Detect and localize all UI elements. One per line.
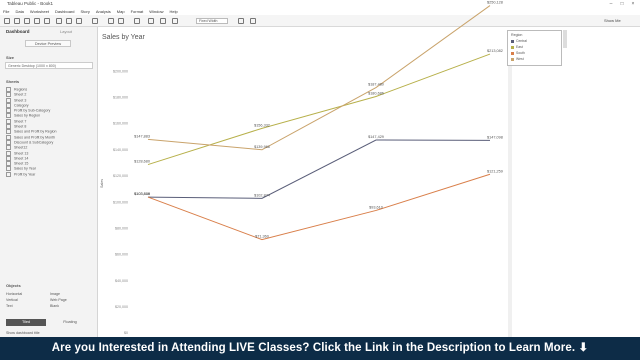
menu-window[interactable]: Window <box>149 8 163 15</box>
maximize-icon[interactable]: □ <box>617 0 627 8</box>
menu-format[interactable]: Format <box>131 8 144 15</box>
vertical-scrollbar[interactable] <box>508 40 512 337</box>
size-label: Size <box>6 55 15 60</box>
tiled-button[interactable]: Tiled <box>6 319 46 326</box>
menu-file[interactable]: File <box>3 8 9 15</box>
dashboard-canvas <box>98 27 640 337</box>
tableau-logo-icon[interactable] <box>4 18 10 24</box>
object-blank[interactable]: Blank <box>50 303 94 309</box>
legend-item-west[interactable]: West <box>511 57 524 61</box>
legend-item-east[interactable]: East <box>511 45 523 49</box>
clear-icon[interactable] <box>76 18 82 24</box>
object-text[interactable]: Text <box>6 303 50 309</box>
device-preview-button[interactable]: Device Preview <box>25 40 71 47</box>
present-icon[interactable] <box>250 18 256 24</box>
sheet-item[interactable]: Profit by Year <box>6 172 94 177</box>
objects-grid: Horizontal Image Vertical Web Page Text Bla… <box>6 291 94 309</box>
menu-dashboard[interactable]: Dashboard <box>55 8 75 15</box>
legend-label: West <box>516 57 524 61</box>
legend-label: East <box>516 45 523 49</box>
save-icon[interactable] <box>34 18 40 24</box>
floating-button[interactable]: Floating <box>50 319 90 326</box>
sheets-label: Sheets <box>6 79 20 84</box>
show-me-button[interactable]: Show Me <box>604 17 621 25</box>
dashboard-sidebar: Dashboard Layout Device Preview Size Gen… <box>0 27 98 337</box>
toolbar: Fixed Width Show Me <box>0 15 640 27</box>
menu-help[interactable]: Help <box>169 8 177 15</box>
view-size-select[interactable]: Fixed Width <box>196 18 228 24</box>
sheets-list: Regions Sheet 2 Sheet 3 Category Profit … <box>6 87 94 177</box>
menu-map[interactable]: Map <box>117 8 125 15</box>
menu-analysis[interactable]: Analysis <box>96 8 111 15</box>
promo-banner[interactable]: Are you Interested in Attending LIVE Cla… <box>0 337 640 360</box>
arrow-down-icon: ⬇ <box>578 342 589 354</box>
y-axis-label: Sales <box>100 179 104 188</box>
tab-layout[interactable]: Layout <box>60 29 72 34</box>
legend-label: South <box>516 51 525 55</box>
legend-swatch <box>511 39 514 43</box>
size-select[interactable]: Generic Desktop (1000 x 800) <box>5 62 93 69</box>
fix-axes-icon[interactable] <box>172 18 178 24</box>
new-sheet-icon[interactable] <box>56 18 62 24</box>
legend-item-central[interactable]: Central <box>511 39 527 43</box>
legend-swatch <box>511 45 514 49</box>
menu-bar: File Data Worksheet Dashboard Story Anal… <box>0 8 640 15</box>
swap-icon[interactable] <box>92 18 98 24</box>
legend-title: Region <box>511 33 523 37</box>
undo-icon[interactable] <box>14 18 20 24</box>
menu-story[interactable]: Story <box>81 8 90 15</box>
legend-label: Central <box>516 39 527 43</box>
banner-text: Are you Interested in Attending LIVE Cla… <box>51 342 576 354</box>
minimize-icon[interactable]: – <box>606 0 616 8</box>
labels-icon[interactable] <box>160 18 166 24</box>
menu-worksheet[interactable]: Worksheet <box>30 8 49 15</box>
legend-swatch <box>511 51 514 55</box>
legend-swatch <box>511 57 514 61</box>
legend-item-south[interactable]: South <box>511 51 525 55</box>
highlight-icon[interactable] <box>134 18 140 24</box>
tab-dashboard[interactable]: Dashboard <box>6 29 30 34</box>
show-title-checkbox[interactable]: Show dashboard title <box>6 331 40 335</box>
window-title: Tableau Public - Book1 <box>0 0 640 8</box>
new-datasource-icon[interactable] <box>44 18 50 24</box>
chart-title: Sales by Year <box>102 34 145 41</box>
redo-icon[interactable] <box>24 18 30 24</box>
menu-data[interactable]: Data <box>15 8 23 15</box>
sort-ascending-icon[interactable] <box>108 18 114 24</box>
tooltip-icon[interactable] <box>238 18 244 24</box>
legend-scrollbar[interactable] <box>563 30 567 48</box>
duplicate-icon[interactable] <box>66 18 72 24</box>
close-icon[interactable]: × <box>628 0 638 8</box>
region-legend: Region Central East South West <box>507 30 562 66</box>
group-icon[interactable] <box>148 18 154 24</box>
objects-label: Objects <box>6 283 21 288</box>
sort-descending-icon[interactable] <box>118 18 124 24</box>
